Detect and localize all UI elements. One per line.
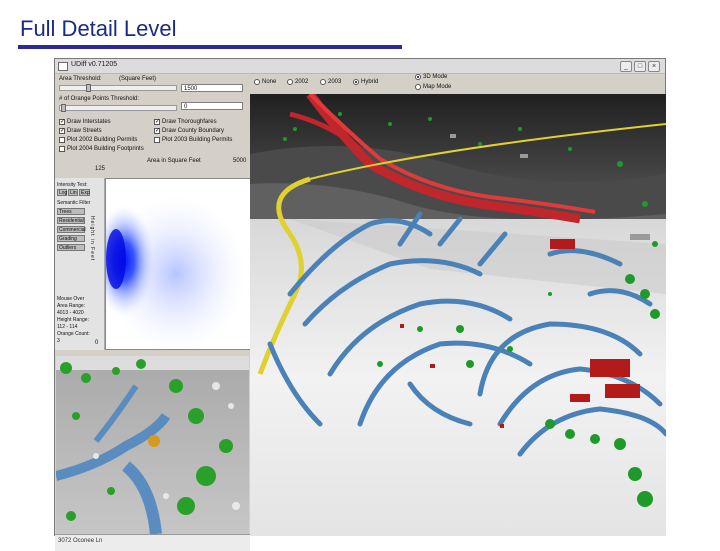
orange-threshold-field[interactable]: 0 — [181, 102, 243, 110]
radio-2003[interactable] — [320, 79, 326, 85]
plot-2004-footprints-checkbox[interactable] — [59, 146, 65, 152]
log-button[interactable]: Log — [57, 189, 67, 196]
window-titlebar[interactable]: UDiff v0.71205 _ □ × — [55, 59, 665, 74]
radio-2003-label: 2003 — [328, 79, 342, 85]
radio-hybrid-label: Hybrid — [361, 79, 379, 85]
residential-filter-button[interactable]: Residential — [57, 217, 85, 224]
radio-hybrid[interactable] — [353, 79, 359, 85]
commercial-filter-button[interactable]: Commercial — [57, 226, 86, 233]
orange-count-value: 3 — [57, 338, 60, 344]
draw-streets-checkbox[interactable]: ✓ — [59, 128, 65, 134]
title-underline — [18, 45, 402, 49]
draw-county-boundary-label: Draw County Boundary — [162, 128, 225, 134]
plot-2003-permits-label: Plot 2003 Building Permits — [162, 137, 233, 143]
draw-interstates-checkbox[interactable]: ✓ — [59, 119, 65, 125]
draw-streets-label: Draw Streets — [67, 128, 102, 134]
scatter-y-bottom: 0 — [95, 340, 99, 346]
status-address: 3072 Oconee Ln — [58, 538, 103, 544]
trees-filter-button[interactable]: Trees — [57, 208, 85, 215]
area-height-scatter-plot[interactable] — [94, 178, 251, 352]
area-threshold-field[interactable]: 1500 — [181, 84, 243, 92]
radio-none[interactable] — [254, 79, 260, 85]
height-range-label: Height Range: — [57, 317, 89, 323]
filter-sidebar: Intensity Test: Log Lin Exp Semantic Fil… — [55, 178, 105, 350]
scatter-x-max: 5000 — [233, 158, 247, 164]
orange-count-label: Orange Count: — [57, 331, 90, 337]
draw-thoroughfares-checkbox[interactable]: ✓ — [154, 119, 160, 125]
status-bar: 3072 Oconee Ln — [55, 534, 250, 551]
area-range-value: 4013 - 4020 — [57, 310, 84, 316]
plot-2004-footprints-label: Plot 2004 Building Footprints — [67, 146, 144, 152]
app-icon — [58, 62, 68, 71]
area-unit-label: (Square Feet) — [119, 76, 157, 82]
terrain-3d-view[interactable] — [250, 94, 666, 536]
close-button[interactable]: × — [648, 61, 660, 72]
height-range-value: 112 - 114 — [57, 324, 78, 330]
mouse-over-label: Mouse Over — [57, 296, 85, 302]
outliers-filter-button[interactable]: Outliers — [57, 244, 85, 251]
street-view-canvas — [56, 356, 249, 534]
control-panel: Area Threshold: (Square Feet) 1500 # of … — [55, 74, 251, 551]
slide-title: Full Detail Level — [20, 16, 177, 41]
app-window: UDiff v0.71205 _ □ × Area Threshold: (Sq… — [54, 58, 666, 551]
semantic-filter-title: Semantic Filter — [57, 200, 91, 206]
area-threshold-label: Area Threshold: — [59, 76, 102, 82]
lin-button[interactable]: Lin — [68, 189, 78, 196]
radio-2002-label: 2002 — [295, 79, 309, 85]
area-range-label: Area Range: — [57, 303, 86, 309]
street-level-view[interactable] — [56, 356, 249, 534]
window-title: UDiff v0.71205 — [71, 61, 118, 68]
scatter-core — [106, 229, 126, 289]
slider-thumb[interactable] — [86, 84, 91, 92]
plot-2002-permits-label: Plot 2002 Building Permits — [67, 137, 138, 143]
scatter-x-title: Area in Square Feet — [147, 158, 201, 164]
slider-thumb[interactable] — [61, 104, 66, 112]
radio-2002[interactable] — [287, 79, 293, 85]
plot-2002-permits-checkbox[interactable] — [59, 137, 65, 143]
plot-2003-permits-checkbox[interactable] — [154, 137, 160, 143]
grading-filter-button[interactable]: Grading — [57, 235, 85, 242]
radio-map-mode[interactable] — [415, 84, 421, 90]
draw-interstates-label: Draw Interstates — [67, 119, 111, 125]
intensity-label: Intensity Test: — [57, 182, 88, 188]
draw-thoroughfares-label: Draw Thoroughfares — [162, 119, 217, 125]
terrain-canvas — [250, 94, 666, 536]
minimize-button[interactable]: _ — [620, 61, 632, 72]
maximize-button[interactable]: □ — [634, 61, 646, 72]
area-threshold-slider[interactable] — [59, 84, 177, 92]
radio-map-mode-label: Map Mode — [423, 84, 452, 90]
orange-threshold-slider[interactable] — [59, 104, 177, 112]
scatter-canvas — [94, 196, 246, 352]
scatter-y-top: 125 — [95, 166, 106, 172]
radio-3d-mode-label: 3D Mode — [423, 74, 448, 80]
scatter-y-title: Height in Feet — [89, 216, 95, 262]
radio-none-label: None — [262, 79, 277, 85]
orange-threshold-label: # of Orange Points Threshold: — [59, 96, 139, 102]
draw-county-boundary-checkbox[interactable]: ✓ — [154, 128, 160, 134]
radio-3d-mode[interactable] — [415, 74, 421, 80]
exp-button[interactable]: Exp — [79, 189, 90, 196]
